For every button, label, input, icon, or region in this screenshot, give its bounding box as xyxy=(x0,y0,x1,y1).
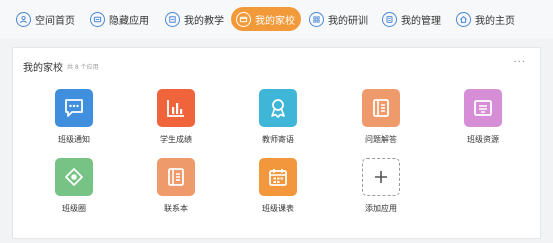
app-student-scores[interactable]: 学生成绩 xyxy=(136,89,216,145)
more-button[interactable]: ··· xyxy=(513,57,526,68)
nav-item-space-home[interactable]: 空间首页 xyxy=(11,7,84,31)
panel-title: 我的家校 xyxy=(23,63,63,74)
management-icon xyxy=(382,11,397,27)
nav-item-label: 空间首页 xyxy=(35,15,75,27)
app-count: 共 8 个应用 xyxy=(67,64,99,71)
nav-item-label: 我的主页 xyxy=(475,15,515,27)
app-label: 班级课表 xyxy=(262,204,294,213)
notebook-icon xyxy=(157,158,195,196)
app-label: 教师寄语 xyxy=(262,135,294,144)
nav-item-label: 我的管理 xyxy=(401,15,441,27)
app-class-circle[interactable]: 班级圈 xyxy=(34,158,114,214)
app-contact-book[interactable]: 联系本 xyxy=(136,158,216,214)
app-teacher-message[interactable]: 教师寄语 xyxy=(238,89,318,145)
chat-icon xyxy=(55,89,93,127)
nav-item-my-homepage[interactable]: 我的主页 xyxy=(451,7,523,31)
resource-icon xyxy=(464,89,502,127)
user-icon xyxy=(16,11,31,27)
nav-item-label: 我的教学 xyxy=(184,15,224,27)
app-label: 问题解答 xyxy=(365,135,397,144)
top-nav: 空间首页 隐藏应用 我的教学 我的家校 我的研训 我的管理 我的主页 xyxy=(0,0,553,38)
add-app-button[interactable]: 添加应用 xyxy=(341,158,421,214)
bar-chart-icon xyxy=(157,89,195,127)
app-label: 班级资源 xyxy=(467,135,499,144)
app-label: 班级通知 xyxy=(58,135,90,144)
nav-item-label: 我的研训 xyxy=(328,15,368,27)
award-icon xyxy=(259,89,297,127)
document-icon xyxy=(362,89,400,127)
app-label: 班级圈 xyxy=(62,204,86,213)
app-qa[interactable]: 问题解答 xyxy=(341,89,421,145)
app-class-schedule[interactable]: 班级课表 xyxy=(238,158,318,214)
research-icon xyxy=(309,11,324,27)
app-label: 添加应用 xyxy=(365,204,397,213)
hidden-apps-icon xyxy=(90,11,105,27)
circle-icon xyxy=(55,158,93,196)
home-icon xyxy=(456,11,471,27)
calendar-icon xyxy=(259,158,297,196)
app-class-resources[interactable]: 班级资源 xyxy=(443,89,523,145)
nav-item-label: 我的家校 xyxy=(255,15,295,27)
nav-item-label: 隐藏应用 xyxy=(109,15,149,27)
nav-item-my-home-school[interactable]: 我的家校 xyxy=(231,7,301,31)
nav-item-my-teaching[interactable]: 我的教学 xyxy=(160,7,230,31)
app-label: 学生成绩 xyxy=(160,135,192,144)
plus-icon xyxy=(362,158,400,196)
home-school-icon xyxy=(236,11,251,27)
nav-item-my-management[interactable]: 我的管理 xyxy=(377,7,447,31)
app-class-notice[interactable]: 班级通知 xyxy=(34,89,114,145)
nav-item-my-research[interactable]: 我的研训 xyxy=(304,7,374,31)
home-school-panel: 我的家校 共 8 个应用 ··· 班级通知 学生成绩 教师寄语 问题解答 班级资… xyxy=(12,47,541,239)
teaching-icon xyxy=(165,11,180,27)
nav-item-hidden-apps[interactable]: 隐藏应用 xyxy=(85,7,159,31)
app-label: 联系本 xyxy=(164,204,188,213)
